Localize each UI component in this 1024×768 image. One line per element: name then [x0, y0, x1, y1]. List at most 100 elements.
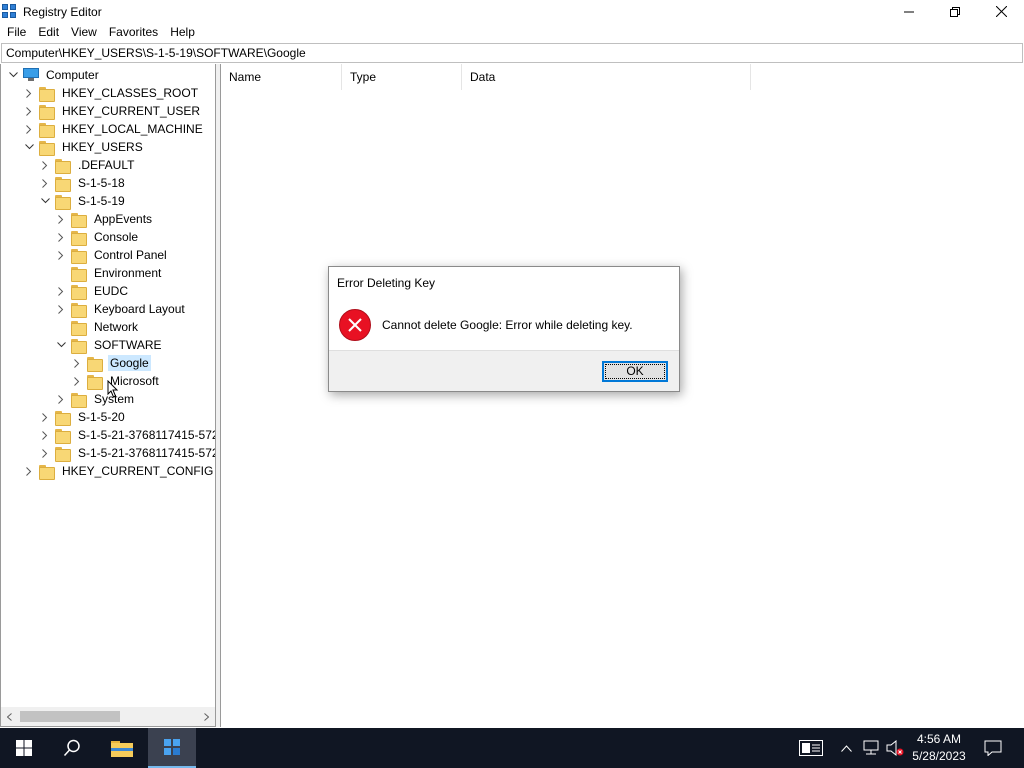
menu-edit[interactable]: Edit [31, 23, 64, 42]
ok-button[interactable]: OK [602, 361, 668, 382]
tree-item-software[interactable]: SOFTWARE [55, 336, 164, 354]
chevron-down-icon[interactable] [7, 66, 19, 84]
chevron-right-icon[interactable] [39, 426, 51, 444]
tree-label: S-1-5-21-3768117415-5727 [78, 446, 216, 460]
chevron-right-icon[interactable] [39, 156, 51, 174]
chevron-right-icon[interactable] [55, 210, 67, 228]
tree-item-control-panel[interactable]: Control Panel [55, 246, 169, 264]
tree-item-hkey-local-machine[interactable]: HKEY_LOCAL_MACHINE [23, 120, 205, 138]
start-button[interactable] [0, 728, 48, 768]
chevron-right-icon[interactable] [39, 408, 51, 426]
folder-icon [55, 446, 71, 462]
values-list-pane[interactable]: Name Type Data [220, 64, 1024, 727]
restore-icon [950, 6, 960, 17]
taskbar-clock[interactable]: 4:56 AM 5/28/2023 [904, 731, 974, 765]
tree-item-s-1-5-19[interactable]: S-1-5-19 [39, 192, 127, 210]
chevron-right-icon[interactable] [23, 120, 35, 138]
news-widget-icon[interactable] [796, 728, 826, 768]
tree-item-hkey-current-config[interactable]: HKEY_CURRENT_CONFIG [23, 462, 215, 480]
folder-icon [71, 230, 87, 246]
tree-item-s-1-5-21-a[interactable]: S-1-5-21-3768117415-5727 [39, 426, 215, 444]
chevron-right-icon[interactable] [55, 228, 67, 246]
tree-item-eudc[interactable]: EUDC [55, 282, 130, 300]
clock-date: 5/28/2023 [912, 749, 966, 763]
tree-label: HKEY_CURRENT_USER [62, 104, 201, 118]
tree-item-environment[interactable]: Environment [55, 264, 163, 282]
tree-item-google[interactable]: Google [71, 354, 151, 372]
tree-item-appevents[interactable]: AppEvents [55, 210, 154, 228]
folder-icon [71, 338, 87, 354]
chevron-down-icon[interactable] [23, 138, 35, 156]
column-header-name[interactable]: Name [221, 64, 342, 90]
scroll-left-icon[interactable] [1, 707, 18, 726]
tree-label: HKEY_CLASSES_ROOT [62, 86, 199, 100]
chevron-right-icon[interactable] [55, 390, 67, 408]
chevron-up-icon[interactable] [836, 728, 856, 768]
chevron-down-icon[interactable] [39, 192, 51, 210]
close-button[interactable] [978, 0, 1024, 23]
computer-icon [23, 68, 39, 82]
tree-item-s-1-5-18[interactable]: S-1-5-18 [39, 174, 127, 192]
restore-button[interactable] [932, 0, 978, 23]
folder-icon [71, 392, 87, 408]
chevron-right-icon[interactable] [23, 462, 35, 480]
chevron-right-icon[interactable] [23, 102, 35, 120]
column-header-type[interactable]: Type [342, 64, 462, 90]
notifications-icon[interactable] [978, 728, 1008, 768]
menu-file[interactable]: File [0, 23, 31, 42]
chevron-down-icon[interactable] [55, 336, 67, 354]
close-icon [995, 6, 1007, 17]
network-icon[interactable] [860, 728, 882, 768]
tree-item-default[interactable]: .DEFAULT [39, 156, 136, 174]
tree-item-console[interactable]: Console [55, 228, 140, 246]
tree-item-hkey-current-user[interactable]: HKEY_CURRENT_USER [23, 102, 202, 120]
scroll-right-icon[interactable] [198, 707, 215, 726]
folder-icon [55, 428, 71, 444]
menu-view[interactable]: View [64, 23, 102, 42]
folder-icon [55, 194, 71, 210]
folder-icon [39, 86, 55, 102]
folder-icon [39, 104, 55, 120]
chevron-right-icon[interactable] [55, 282, 67, 300]
chevron-right-icon[interactable] [71, 372, 83, 390]
minimize-icon [904, 11, 914, 12]
chevron-right-icon[interactable] [39, 444, 51, 462]
tree-item-s-1-5-20[interactable]: S-1-5-20 [39, 408, 127, 426]
error-dialog: Error Deleting Key Cannot delete Google:… [328, 266, 680, 392]
file-explorer-button[interactable] [98, 728, 146, 768]
folder-icon [87, 356, 103, 372]
minimize-button[interactable] [886, 0, 932, 23]
tree-label: AppEvents [94, 212, 153, 226]
menu-favorites[interactable]: Favorites [102, 23, 163, 42]
search-button[interactable] [48, 728, 96, 768]
scrollbar-thumb[interactable] [20, 711, 120, 722]
menu-help[interactable]: Help [163, 23, 200, 42]
volume-muted-icon[interactable] [884, 728, 906, 768]
tree-label: Network [94, 320, 139, 334]
folder-icon [39, 122, 55, 138]
tree-label: Control Panel [94, 248, 167, 262]
tree-item-hkey-users[interactable]: HKEY_USERS [23, 138, 145, 156]
tree-item-s-1-5-21-b[interactable]: S-1-5-21-3768117415-5727 [39, 444, 216, 462]
tree-label: Console [94, 230, 139, 244]
registry-editor-taskbar-button[interactable] [148, 728, 196, 768]
tree-label: HKEY_LOCAL_MACHINE [62, 122, 203, 136]
tree-label: EUDC [94, 284, 129, 298]
tree-label: Keyboard Layout [94, 302, 185, 316]
tree-item-system[interactable]: System [55, 390, 136, 408]
registry-editor-icon [164, 739, 180, 755]
tree-item-hkey-classes-root[interactable]: HKEY_CLASSES_ROOT [23, 84, 200, 102]
tree-item-network[interactable]: Network [55, 318, 140, 336]
tree-item-keyboard-layout[interactable]: Keyboard Layout [55, 300, 187, 318]
column-header-data[interactable]: Data [462, 64, 751, 90]
chevron-right-icon[interactable] [39, 174, 51, 192]
folder-icon [55, 410, 71, 426]
chevron-right-icon[interactable] [23, 84, 35, 102]
tree-horizontal-scrollbar[interactable] [1, 707, 215, 726]
chevron-right-icon[interactable] [55, 300, 67, 318]
registry-editor-icon [2, 3, 18, 20]
address-bar[interactable]: Computer\HKEY_USERS\S-1-5-19\SOFTWARE\Go… [1, 43, 1023, 63]
chevron-right-icon[interactable] [55, 246, 67, 264]
chevron-right-icon[interactable] [71, 354, 83, 372]
tree-item-computer[interactable]: Computer [7, 66, 101, 84]
